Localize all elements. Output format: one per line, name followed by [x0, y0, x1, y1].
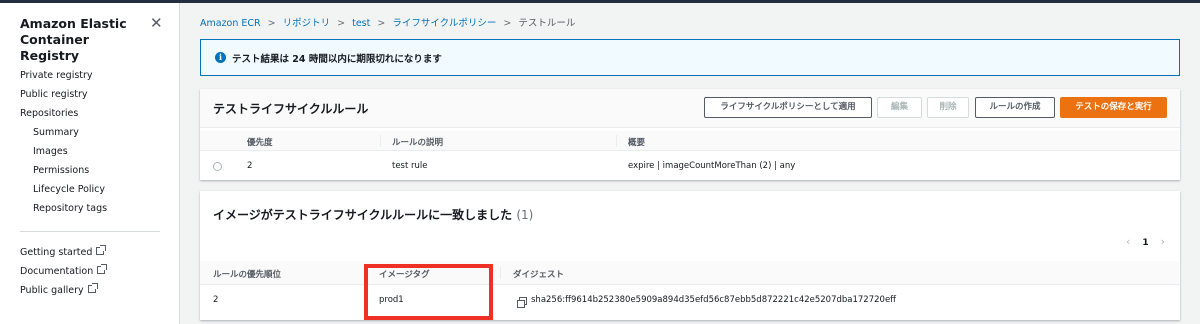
sidebar-divider	[20, 231, 160, 232]
sidebar-link-public-gallery[interactable]: Public gallery	[20, 283, 98, 296]
column-header: 優先度	[247, 138, 273, 148]
sidebar-title: Amazon Elastic Container Registry	[20, 16, 127, 63]
sidebar-link-getting-started[interactable]: Getting started	[20, 245, 107, 258]
breadcrumb-current: テストルール	[518, 18, 576, 29]
row-radio[interactable]	[213, 162, 222, 171]
column-divider	[500, 267, 501, 279]
table-header: 優先度 ルールの説明 概要	[200, 131, 1180, 151]
edit-button[interactable]: 編集	[877, 97, 922, 118]
info-alert: i テスト結果は 24 時間以内に期限切れになります	[200, 39, 1180, 76]
sidebar-link-label: Getting started	[20, 247, 93, 258]
panel-header: テストライフサイクルルール ライフサイクルポリシーとして適用 編集 削除 ルール…	[200, 89, 1180, 128]
chevron-right-icon: >	[503, 18, 512, 29]
sidebar-item-repositories[interactable]: Repositories	[20, 108, 78, 119]
highlight-box	[364, 264, 493, 320]
sidebar: Amazon Elastic Container Registry ✕ Priv…	[0, 3, 180, 324]
panel-title: テストライフサイクルルール	[213, 102, 369, 116]
panel-title-text: イメージがテストライフサイクルルールに一致しました	[213, 208, 513, 222]
column-header: ルールの説明	[392, 138, 444, 148]
chevron-right-icon[interactable]: ›	[1161, 235, 1165, 248]
close-icon[interactable]: ✕	[150, 14, 163, 32]
chevron-right-icon: >	[377, 18, 386, 29]
sidebar-item-summary[interactable]: Summary	[33, 127, 79, 138]
sidebar-item-images[interactable]: Images	[33, 146, 68, 157]
external-link-icon	[87, 283, 98, 293]
rule-description: test rule	[392, 161, 428, 171]
sidebar-item-private-registry[interactable]: Private registry	[20, 70, 93, 81]
top-border	[0, 0, 1200, 3]
delete-button[interactable]: 削除	[927, 97, 969, 118]
save-and-run-button[interactable]: テストの保存と実行	[1060, 97, 1167, 118]
breadcrumb: Amazon ECR > リポジトリ > test > ライフサイクルポリシー > テストルール	[200, 15, 575, 29]
copy-icon[interactable]	[517, 297, 527, 308]
column-header: ダイジェスト	[513, 270, 565, 280]
match-priority: 2	[213, 295, 219, 305]
breadcrumb-repo[interactable]: test	[352, 18, 370, 29]
create-rule-button[interactable]: ルールの作成	[975, 97, 1055, 118]
panel-title: イメージがテストライフサイクルルールに一致しました (1)	[213, 206, 533, 223]
apply-as-policy-button[interactable]: ライフサイクルポリシーとして適用	[704, 97, 872, 118]
match-count: (1)	[516, 208, 534, 222]
chevron-left-icon[interactable]: ‹	[1126, 235, 1130, 248]
info-icon: i	[215, 52, 226, 63]
external-link-icon	[97, 264, 108, 274]
column-header: ルールの優先順位	[213, 270, 282, 280]
sidebar-link-documentation[interactable]: Documentation	[20, 264, 108, 277]
rule-priority: 2	[247, 161, 253, 171]
sidebar-link-label: Public gallery	[20, 285, 84, 296]
sidebar-item-public-registry[interactable]: Public registry	[20, 89, 88, 100]
sidebar-item-repository-tags[interactable]: Repository tags	[33, 203, 107, 214]
sidebar-link-label: Documentation	[20, 266, 94, 277]
image-digest: sha256:ff9614b252380e5909a894d35efd56c87…	[531, 295, 897, 305]
column-divider	[616, 135, 617, 147]
breadcrumb-ecr[interactable]: Amazon ECR	[200, 18, 261, 29]
chevron-right-icon: >	[267, 18, 276, 29]
rule-summary: expire | imageCountMoreThan (2) | any	[628, 161, 796, 171]
alert-message: テスト結果は 24 時間以内に期限切れになります	[232, 54, 442, 65]
column-header: 概要	[628, 138, 646, 148]
test-rules-panel: テストライフサイクルルール ライフサイクルポリシーとして適用 編集 削除 ルール…	[200, 89, 1180, 180]
sidebar-item-lifecycle-policy[interactable]: Lifecycle Policy	[33, 184, 105, 195]
pagination: ‹ 1 ›	[1120, 235, 1171, 248]
matched-images-panel: イメージがテストライフサイクルルールに一致しました (1) ‹ 1 › ルールの優先…	[200, 191, 1180, 320]
page-number[interactable]: 1	[1142, 238, 1148, 248]
table-header: ルールの優先順位 イメージタグ ダイジェスト	[200, 261, 1180, 285]
breadcrumb-repositories[interactable]: リポジトリ	[283, 18, 331, 29]
column-divider	[380, 135, 381, 147]
sidebar-item-permissions[interactable]: Permissions	[33, 165, 89, 176]
breadcrumb-lifecycle-policy[interactable]: ライフサイクルポリシー	[392, 18, 496, 29]
chevron-right-icon: >	[337, 18, 346, 29]
external-link-icon	[96, 245, 107, 255]
